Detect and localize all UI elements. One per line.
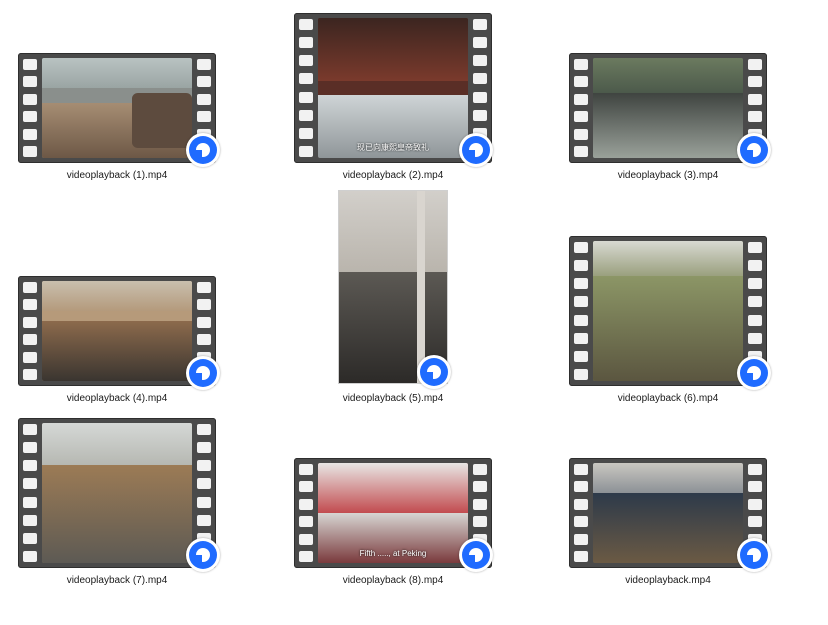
media-player-icon — [186, 538, 220, 572]
video-thumbnail — [18, 276, 220, 390]
media-player-icon — [459, 538, 493, 572]
file-name: videoplayback (5).mp4 — [342, 393, 444, 404]
media-player-icon — [737, 538, 771, 572]
film-strip-frame — [569, 236, 767, 386]
video-preview-image: 现已向康熙皇帝致礼 — [318, 18, 468, 158]
file-item[interactable]: videoplayback (4).mp4 — [7, 276, 227, 411]
media-player-icon — [186, 133, 220, 167]
video-thumbnail — [569, 458, 771, 572]
video-preview-image — [42, 281, 192, 381]
media-player-icon — [186, 356, 220, 390]
video-thumbnail: Fifth ....., at Peking — [294, 458, 493, 572]
file-item[interactable]: Fifth ....., at Peking videoplayback (8)… — [283, 458, 503, 593]
media-player-icon — [459, 133, 493, 167]
file-item[interactable]: videoplayback (6).mp4 — [558, 236, 778, 411]
film-strip-frame — [18, 418, 216, 568]
file-name: videoplayback (6).mp4 — [617, 393, 719, 404]
file-name: videoplayback (1).mp4 — [66, 170, 168, 181]
file-name: videoplayback (8).mp4 — [342, 575, 444, 586]
video-preview-image — [42, 423, 192, 563]
file-name: videoplayback (2).mp4 — [342, 170, 444, 181]
video-thumbnail — [18, 53, 220, 167]
file-item[interactable]: videoplayback (1).mp4 — [7, 53, 227, 188]
file-item[interactable]: videoplayback (5).mp4 — [283, 191, 503, 411]
file-item[interactable]: videoplayback.mp4 — [558, 458, 778, 593]
media-player-icon — [737, 133, 771, 167]
file-name: videoplayback (4).mp4 — [66, 393, 168, 404]
video-thumbnail — [339, 191, 451, 389]
file-item[interactable]: videoplayback (3).mp4 — [558, 53, 778, 188]
file-grid: videoplayback (1).mp4 现已向康熙皇帝致礼 videopla… — [0, 0, 828, 625]
video-preview-image — [42, 58, 192, 158]
video-thumbnail — [569, 236, 771, 390]
video-preview-image — [593, 463, 743, 563]
video-subtitle: 现已向康熙皇帝致礼 — [357, 143, 429, 152]
file-name: videoplayback.mp4 — [625, 575, 711, 586]
media-player-icon — [417, 355, 451, 389]
video-thumbnail: 现已向康熙皇帝致礼 — [294, 13, 493, 167]
video-preview-image — [593, 241, 743, 381]
video-preview-image: Fifth ....., at Peking — [318, 463, 468, 563]
file-item[interactable]: 现已向康熙皇帝致礼 videoplayback (2).mp4 — [283, 13, 503, 188]
file-name: videoplayback (7).mp4 — [66, 575, 168, 586]
video-thumbnail — [18, 418, 220, 572]
video-preview-image — [593, 58, 743, 158]
media-player-icon — [737, 356, 771, 390]
video-subtitle: Fifth ....., at Peking — [359, 549, 427, 558]
file-item[interactable]: videoplayback (7).mp4 — [7, 418, 227, 593]
file-name: videoplayback (3).mp4 — [617, 170, 719, 181]
video-thumbnail — [569, 53, 771, 167]
